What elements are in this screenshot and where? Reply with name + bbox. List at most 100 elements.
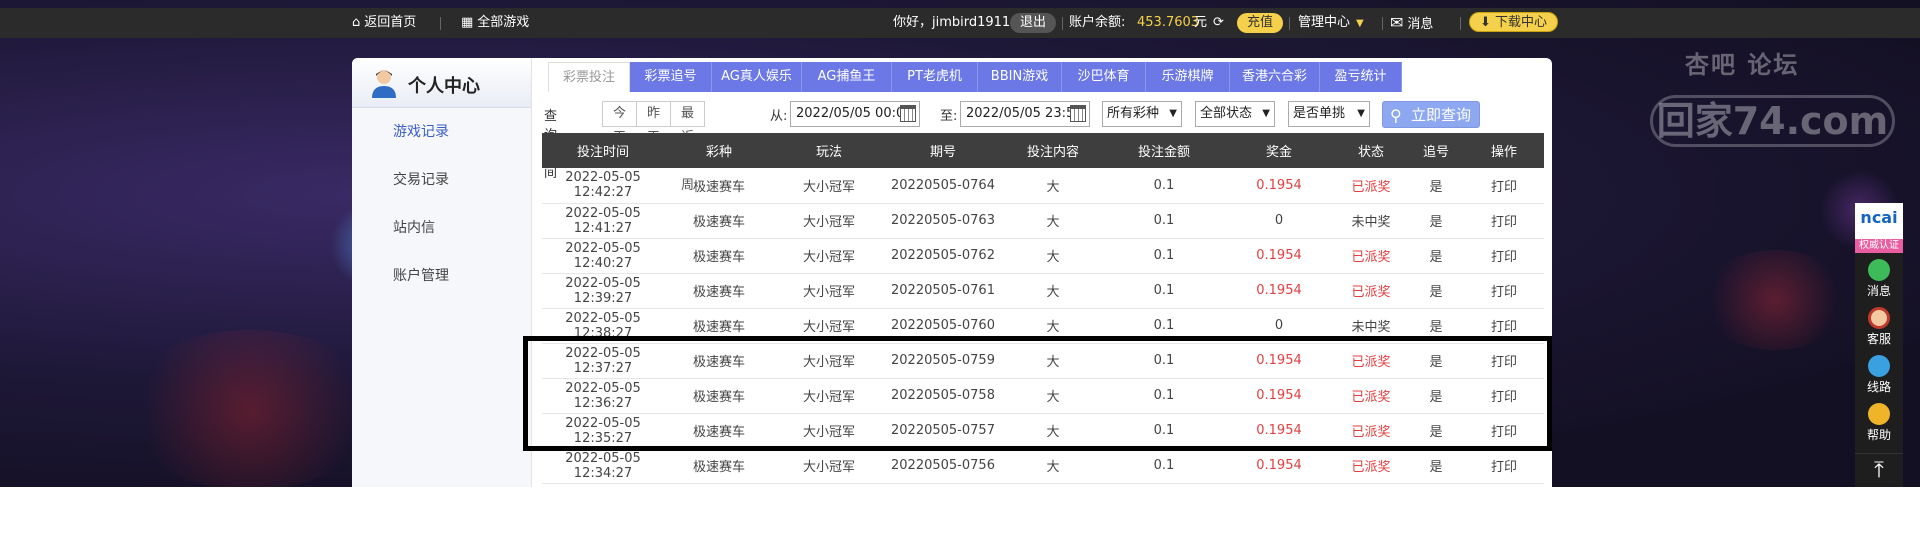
cell-play: 大小冠军 <box>774 273 884 309</box>
float-lines[interactable]: 线路 <box>1855 355 1903 395</box>
download-center-button[interactable]: ⬇ 下载中心 <box>1469 12 1559 32</box>
col-lottery: 彩种 <box>664 133 774 168</box>
table-row: 2022-05-05 12:34:27 极速赛车 大小冠军 20220505-0756… <box>542 448 1544 484</box>
cell-play: 大小冠军 <box>774 238 884 274</box>
dropdown-arrow-icon: ▼ <box>1262 108 1270 119</box>
col-action: 操作 <box>1464 133 1544 168</box>
float-help[interactable]: 帮助 <box>1855 403 1903 443</box>
col-issue: 期号 <box>884 133 1002 168</box>
home-link[interactable]: ⌂ 返回首页 <box>352 8 416 38</box>
home-icon: ⌂ <box>352 15 361 30</box>
table-header-row: 投注时间 彩种 玩法 期号 投注内容 投注金额 奖金 状态 追号 操作 <box>542 133 1544 168</box>
greeting-text: 你好，jimbird1911 <box>893 15 1011 30</box>
cell-amount: 0.1 <box>1104 203 1224 239</box>
col-play: 玩法 <box>774 133 884 168</box>
top-bar: ⌂ 返回首页 ▦ 全部游戏 你好，jimbird1911 退出 账户余额: 453.… <box>0 8 1920 38</box>
cell-play: 大小冠军 <box>774 203 884 239</box>
forum-watermark: 杏吧 论坛 回家74.com <box>1650 45 1900 155</box>
cell-content: 大 <box>1002 238 1104 274</box>
balance-value: 453.7603 <box>1137 15 1200 30</box>
from-date-input[interactable]: 2022/05/05 00:00 <box>790 101 920 127</box>
balance-label: 账户余额: <box>1069 15 1126 30</box>
last-week-button[interactable]: 最近一周 <box>671 102 704 193</box>
logout-button[interactable]: 退出 <box>1010 13 1057 33</box>
query-button[interactable]: ⚲ 立即查询 <box>1382 101 1480 128</box>
cell-issue: 20220505-0762 <box>884 238 1002 274</box>
tab-ag-fishing[interactable]: AG捕鱼王 <box>802 62 892 92</box>
cell-chase: 是 <box>1408 238 1464 274</box>
cell-bet-time: 2022-05-05 12:42:27 <box>542 168 664 204</box>
cell-prize: 0 <box>1224 203 1334 239</box>
cell-lottery: 极速赛车 <box>664 273 774 309</box>
cell-content: 大 <box>1002 273 1104 309</box>
cell-action[interactable]: 打印 <box>1464 238 1544 274</box>
single-bet-select[interactable]: 是否单挑 ▼ <box>1288 101 1370 127</box>
sidebar-title: 个人中心 <box>408 76 480 97</box>
mail-icon: ✉ <box>1390 13 1404 32</box>
tab-profit-stats[interactable]: 盈亏统计 <box>1320 62 1402 92</box>
cell-content: 大 <box>1002 203 1104 239</box>
manage-center-menu[interactable]: 管理中心 ▼ <box>1298 8 1364 38</box>
grid-icon: ▦ <box>461 15 474 30</box>
col-chase: 追号 <box>1408 133 1464 168</box>
cell-prize: 0.1954 <box>1224 168 1334 204</box>
cell-content: 大 <box>1002 448 1104 484</box>
cell-action[interactable]: 打印 <box>1464 273 1544 309</box>
chevron-down-icon: ▼ <box>1356 18 1364 29</box>
tab-saba-sports[interactable]: 沙巴体育 <box>1062 62 1146 92</box>
recharge-button[interactable]: 充值 <box>1237 13 1284 33</box>
cell-lottery: 极速赛车 <box>664 238 774 274</box>
calendar-icon[interactable] <box>1070 105 1086 122</box>
to-label: 至: <box>940 109 958 124</box>
all-games-link[interactable]: ▦ 全部游戏 <box>461 8 529 38</box>
float-support[interactable]: 客服 <box>1855 307 1903 347</box>
status-select[interactable]: 全部状态 ▼ <box>1195 101 1275 127</box>
float-messages[interactable]: 消息 <box>1855 259 1903 299</box>
cell-lottery: 极速赛车 <box>664 168 774 204</box>
quick-range-group: 今天 昨天 最近一周 <box>602 101 706 193</box>
cell-amount: 0.1 <box>1104 448 1224 484</box>
cell-amount: 0.1 <box>1104 168 1224 204</box>
to-date-input[interactable]: 2022/05/05 23:59 <box>960 101 1090 127</box>
lottery-type-select[interactable]: 所有彩种 ▼ <box>1102 101 1182 127</box>
user-avatar-icon <box>372 70 396 98</box>
sidebar-item-game-records[interactable]: 游戏记录 <box>393 121 449 141</box>
cell-bet-time: 2022-05-05 12:34:27 <box>542 448 664 484</box>
cell-chase: 是 <box>1408 168 1464 204</box>
messages-link[interactable]: ✉ 消息 <box>1390 8 1433 38</box>
cell-action[interactable]: 打印 <box>1464 448 1544 484</box>
col-bet-time: 投注时间 <box>542 133 664 168</box>
highlight-box <box>523 336 1552 451</box>
tab-lottery-chase[interactable]: 彩票追号 <box>630 62 712 92</box>
tab-ag-live[interactable]: AG真人娱乐 <box>712 62 802 92</box>
cell-lottery: 极速赛车 <box>664 203 774 239</box>
sidebar-item-inbox[interactable]: 站内信 <box>393 217 435 237</box>
tab-hk-lottery[interactable]: 香港六合彩 <box>1230 62 1320 92</box>
refresh-icon[interactable]: ⟳ <box>1213 8 1224 38</box>
col-prize: 奖金 <box>1224 133 1334 168</box>
cell-issue: 20220505-0756 <box>884 448 1002 484</box>
cell-bet-time: 2022-05-05 12:41:27 <box>542 203 664 239</box>
cell-action[interactable]: 打印 <box>1464 168 1544 204</box>
cell-action[interactable]: 打印 <box>1464 203 1544 239</box>
cell-issue: 20220505-0764 <box>884 168 1002 204</box>
tab-leyou-chess[interactable]: 乐游棋牌 <box>1146 62 1230 92</box>
back-to-top-icon[interactable]: ⤒ <box>1855 453 1903 487</box>
tab-lottery-bets[interactable]: 彩票投注 <box>548 62 630 92</box>
calendar-icon[interactable] <box>900 105 916 122</box>
tab-pt-slots[interactable]: PT老虎机 <box>892 62 978 92</box>
table-row: 2022-05-05 12:42:27 极速赛车 大小冠军 20220505-0764… <box>542 168 1544 204</box>
col-status: 状态 <box>1334 133 1408 168</box>
chat-icon <box>1868 259 1890 281</box>
yesterday-button[interactable]: 昨天 <box>637 102 672 145</box>
cell-status: 已派奖 <box>1334 448 1408 484</box>
sidebar-item-transactions[interactable]: 交易记录 <box>393 169 449 189</box>
cell-chase: 是 <box>1408 203 1464 239</box>
cell-lottery: 极速赛车 <box>664 448 774 484</box>
table-row: 2022-05-05 12:41:27 极速赛车 大小冠军 20220505-0763… <box>542 203 1544 239</box>
sidebar-item-account[interactable]: 账户管理 <box>393 265 449 285</box>
today-button[interactable]: 今天 <box>603 102 638 145</box>
search-icon: ⚲ <box>1390 106 1402 125</box>
cell-play: 大小冠军 <box>774 448 884 484</box>
tab-bbin[interactable]: BBIN游戏 <box>978 62 1062 92</box>
